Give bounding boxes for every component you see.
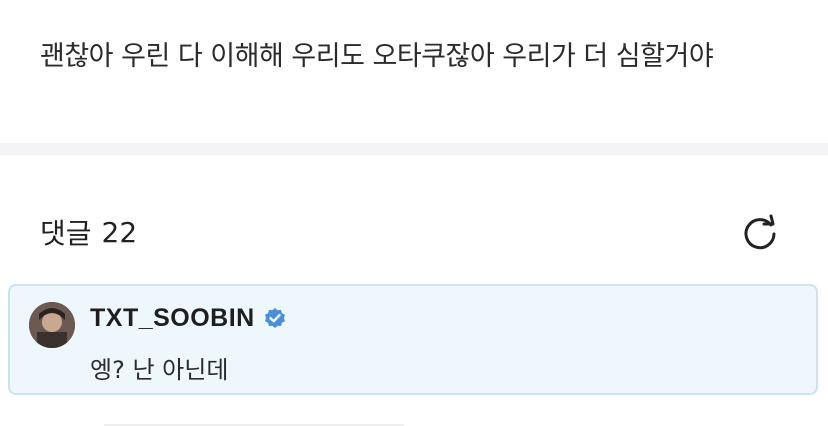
comment-card[interactable]: TXT_SOOBIN 엥? 난 아닌데 — [8, 284, 818, 395]
comment-text: 엥? 난 아닌데 — [90, 356, 229, 384]
comments-label: 댓글 — [40, 217, 92, 250]
comment-username[interactable]: TXT_SOOBIN — [90, 304, 255, 333]
comments-header: 댓글 22 — [40, 212, 137, 252]
username-row: TXT_SOOBIN — [90, 304, 287, 333]
post-body: 괜찮아 우린 다 이해해 우리도 오타쿠잖아 우리가 더 심할거야 — [40, 41, 714, 72]
section-divider — [0, 143, 828, 155]
refresh-icon — [744, 214, 776, 250]
verified-badge-icon — [264, 307, 285, 328]
refresh-button[interactable] — [740, 212, 780, 252]
avatar[interactable] — [29, 302, 75, 348]
comments-count: 22 — [101, 215, 138, 249]
